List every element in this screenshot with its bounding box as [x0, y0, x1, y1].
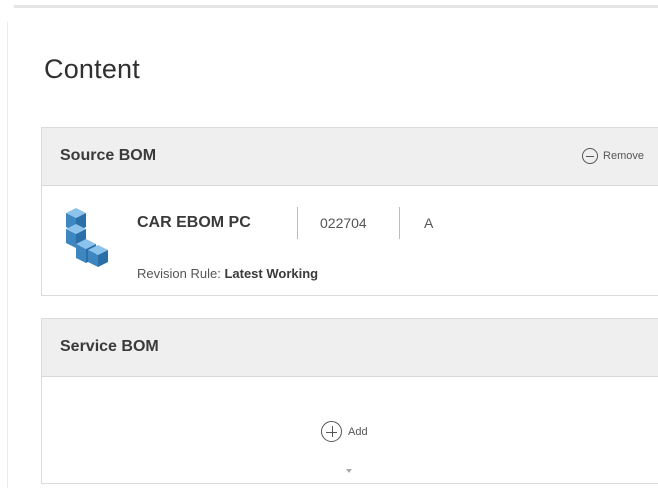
- source-bom-header: Source BOM Remove: [42, 128, 658, 186]
- revision-rule-value: Latest Working: [224, 266, 319, 281]
- chevron-down-icon[interactable]: [346, 469, 352, 473]
- add-label: Add: [348, 425, 368, 438]
- source-bom-panel: Source BOM Remove CAR EBOM PC 022704 A R…: [41, 127, 658, 296]
- add-circle-icon: [321, 421, 342, 442]
- remove-label: Remove: [603, 150, 644, 162]
- service-bom-body: Add: [42, 377, 658, 487]
- left-divider: [7, 22, 8, 488]
- service-bom-header: Service BOM: [42, 319, 658, 377]
- remove-circle-icon: [582, 148, 599, 164]
- bom-name: CAR EBOM PC: [137, 214, 251, 231]
- separator: [399, 207, 400, 239]
- source-bom-item[interactable]: CAR EBOM PC 022704 A Revision Rule: Late…: [42, 186, 658, 296]
- remove-button[interactable]: Remove: [582, 148, 644, 164]
- add-button[interactable]: Add: [321, 421, 368, 442]
- bom-id: 022704: [320, 215, 367, 231]
- top-divider: [14, 5, 658, 8]
- page-title: Content: [44, 54, 140, 84]
- bom-revision: A: [424, 215, 434, 231]
- separator: [297, 207, 298, 239]
- cube-stack-icon: [66, 208, 108, 267]
- service-bom-title: Service BOM: [60, 338, 159, 355]
- service-bom-panel: Service BOM Add: [41, 318, 658, 484]
- revision-rule-label: Revision Rule:: [137, 266, 221, 281]
- source-bom-title: Source BOM: [60, 147, 157, 164]
- revision-rule: Revision Rule: Latest Working: [137, 266, 318, 281]
